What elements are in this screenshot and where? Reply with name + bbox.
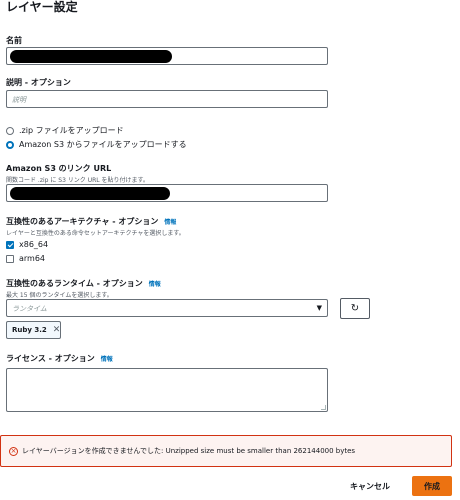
s3-link-input[interactable] xyxy=(6,184,328,202)
error-message: レイヤーバージョンを作成できませんでした: Unzipped size must… xyxy=(22,447,356,455)
remove-token-icon[interactable]: ✕ xyxy=(53,325,61,335)
runtime-placeholder: ランタイム xyxy=(12,305,47,313)
license-label: ライセンス - オプション 情報 xyxy=(6,354,113,363)
upload-zip-option[interactable]: .zip ファイルをアップロード xyxy=(6,125,124,136)
description-label: 説明 - オプション xyxy=(6,78,71,87)
page-title: レイヤー設定 xyxy=(6,0,78,14)
create-button[interactable]: 作成 xyxy=(412,476,452,496)
description-input[interactable]: 説明 xyxy=(6,90,328,108)
name-label: 名前 xyxy=(6,36,22,45)
arch-x86-label: x86_64 xyxy=(19,240,49,249)
cancel-button[interactable]: キャンセル xyxy=(350,481,390,492)
runtime-token: Ruby 3.2 ✕ xyxy=(6,321,61,339)
runtimes-hint: 最大 15 個のランタイムを選択します。 xyxy=(6,292,113,299)
checkbox-arm[interactable] xyxy=(6,254,14,263)
radio-zip[interactable] xyxy=(6,126,14,135)
runtime-select[interactable]: ランタイム ▼ xyxy=(6,299,328,317)
license-info-link[interactable]: 情報 xyxy=(101,356,113,363)
license-textarea[interactable] xyxy=(6,368,328,412)
refresh-icon: ↻ xyxy=(350,303,360,314)
name-input[interactable] xyxy=(6,47,328,65)
refresh-button[interactable]: ↻ xyxy=(340,298,370,319)
error-icon: × xyxy=(9,446,18,456)
architectures-label: 互換性のあるアーキテクチャ - オプション 情報 xyxy=(6,217,177,226)
caret-down-icon: ▼ xyxy=(316,304,322,312)
checkbox-x86[interactable] xyxy=(6,240,14,249)
arch-arm-label: arm64 xyxy=(19,254,46,263)
upload-s3-label: Amazon S3 からファイルをアップロードする xyxy=(19,140,187,149)
runtimes-info-link[interactable]: 情報 xyxy=(149,281,161,288)
runtimes-label: 互換性のあるランタイム - オプション 情報 xyxy=(6,279,161,288)
error-alert: × レイヤーバージョンを作成できませんでした: Unzipped size mu… xyxy=(0,435,452,467)
arch-arm-option[interactable]: arm64 xyxy=(6,254,45,263)
description-placeholder: 説明 xyxy=(12,96,26,104)
runtime-token-label: Ruby 3.2 xyxy=(12,326,47,334)
resize-handle[interactable] xyxy=(321,405,326,410)
upload-zip-label: .zip ファイルをアップロード xyxy=(19,126,124,135)
architectures-hint: レイヤーと互換性のある命令セットアーキテクチャを選択します。 xyxy=(6,230,185,237)
radio-s3[interactable] xyxy=(6,140,14,149)
redacted-value xyxy=(10,50,172,63)
s3-link-label: Amazon S3 のリンク URL xyxy=(6,164,112,173)
upload-s3-option[interactable]: Amazon S3 からファイルをアップロードする xyxy=(6,139,187,150)
s3-link-hint: 関数コード .zip に S3 リンク URL を貼り付けます。 xyxy=(6,177,149,184)
arch-x86-option[interactable]: x86_64 xyxy=(6,240,48,249)
architectures-info-link[interactable]: 情報 xyxy=(164,219,176,226)
redacted-value xyxy=(10,187,170,200)
